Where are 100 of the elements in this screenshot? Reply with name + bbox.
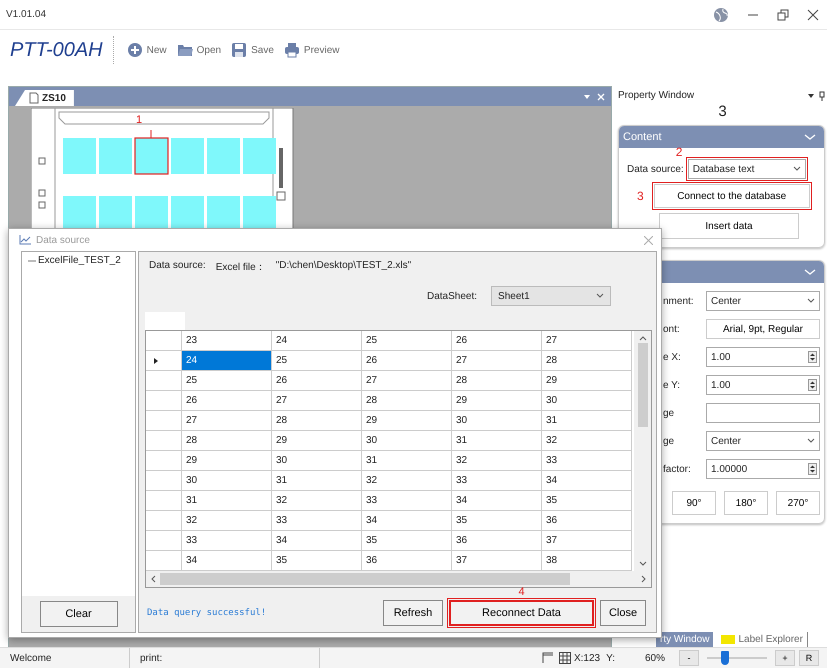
dialog-button[interactable]: Reconnect Data bbox=[449, 600, 594, 626]
pin-icon[interactable] bbox=[819, 90, 825, 100]
row-header[interactable] bbox=[146, 371, 182, 391]
scroll-thumb[interactable] bbox=[160, 573, 570, 585]
table-cell[interactable]: 31 bbox=[362, 451, 452, 471]
dropdown[interactable]: Center bbox=[706, 431, 820, 451]
table-cell[interactable]: 32 bbox=[182, 511, 272, 531]
font-button[interactable]: Arial, 9pt, Regular bbox=[706, 319, 820, 339]
zoom-out-button[interactable]: - bbox=[679, 650, 699, 666]
table-cell[interactable]: 35 bbox=[542, 491, 632, 511]
table-cell[interactable]: 31 bbox=[452, 431, 542, 451]
row-header[interactable] bbox=[146, 391, 182, 411]
dialog-button[interactable]: Close bbox=[600, 600, 646, 626]
vertical-scrollbar[interactable] bbox=[634, 331, 651, 571]
table-cell[interactable]: 26 bbox=[272, 371, 362, 391]
table-cell[interactable]: 36 bbox=[542, 511, 632, 531]
table-cell[interactable]: 35 bbox=[362, 531, 452, 551]
dialog-button[interactable]: Refresh bbox=[383, 600, 443, 626]
table-cell[interactable]: 32 bbox=[452, 451, 542, 471]
dropdown[interactable]: Center bbox=[706, 291, 820, 311]
table-cell[interactable]: 30 bbox=[452, 411, 542, 431]
spin-field[interactable]: 1.00 bbox=[706, 347, 820, 367]
table-cell[interactable]: 34 bbox=[452, 491, 542, 511]
table-cell[interactable]: 35 bbox=[452, 511, 542, 531]
document-tab[interactable]: ZS10 bbox=[15, 90, 74, 106]
table-cell[interactable]: 25 bbox=[272, 351, 362, 371]
ruler-icon[interactable] bbox=[542, 652, 554, 664]
table-cell[interactable]: 33 bbox=[272, 511, 362, 531]
toolbar-button[interactable]: Preview bbox=[280, 40, 342, 60]
table-cell[interactable]: 26 bbox=[182, 391, 272, 411]
scroll-down-icon[interactable] bbox=[638, 561, 646, 567]
rotation-button[interactable]: 90° bbox=[672, 491, 716, 515]
chevron-icon[interactable] bbox=[804, 133, 816, 141]
table-cell[interactable]: 33 bbox=[182, 531, 272, 551]
table-cell[interactable]: 28 bbox=[452, 371, 542, 391]
row-header[interactable] bbox=[146, 411, 182, 431]
toolbar-button[interactable]: Open bbox=[174, 40, 224, 60]
rotation-button[interactable]: 180° bbox=[724, 491, 768, 515]
table-cell[interactable]: 28 bbox=[182, 431, 272, 451]
table-cell[interactable]: 29 bbox=[542, 371, 632, 391]
rotation-button[interactable]: 270° bbox=[776, 491, 820, 515]
spin-field[interactable]: 1.00 bbox=[706, 375, 820, 395]
table-cell[interactable]: 37 bbox=[542, 531, 632, 551]
table-cell[interactable]: 34 bbox=[542, 471, 632, 491]
scroll-up-icon[interactable] bbox=[638, 335, 646, 341]
scroll-left-icon[interactable] bbox=[150, 575, 156, 583]
table-cell[interactable]: 27 bbox=[452, 351, 542, 371]
table-cell[interactable]: 27 bbox=[272, 391, 362, 411]
scroll-right-icon[interactable] bbox=[641, 575, 647, 583]
table-cell[interactable]: 32 bbox=[542, 431, 632, 451]
table-cell[interactable]: 29 bbox=[452, 391, 542, 411]
clear-button[interactable]: Clear bbox=[40, 601, 118, 627]
table-cell[interactable]: 32 bbox=[362, 471, 452, 491]
table-cell[interactable]: 26 bbox=[362, 351, 452, 371]
restore-icon[interactable] bbox=[777, 8, 789, 20]
table-cell[interactable]: 32 bbox=[272, 491, 362, 511]
table-cell[interactable]: 30 bbox=[272, 451, 362, 471]
insert-data-button[interactable]: Insert data bbox=[659, 213, 799, 239]
table-cell[interactable]: 30 bbox=[182, 471, 272, 491]
zoom-in-button[interactable]: + bbox=[775, 650, 795, 666]
datasheet-dropdown[interactable]: Sheet1 bbox=[491, 286, 612, 306]
dropdown-icon[interactable] bbox=[807, 92, 815, 100]
reset-button[interactable]: R bbox=[799, 650, 819, 666]
table-cell[interactable]: 27 bbox=[182, 411, 272, 431]
row-header[interactable] bbox=[146, 471, 182, 491]
table-cell[interactable]: 29 bbox=[272, 431, 362, 451]
toolbar-button[interactable]: Save bbox=[228, 40, 277, 60]
table-cell[interactable]: 34 bbox=[272, 531, 362, 551]
table-cell[interactable]: 34 bbox=[362, 511, 452, 531]
tree-item[interactable]: ExcelFile_TEST_2 bbox=[38, 255, 121, 266]
chevron-icon[interactable] bbox=[804, 268, 816, 276]
spin-field[interactable]: 1.00000 bbox=[706, 459, 820, 479]
data-source-dropdown[interactable]: Database text bbox=[688, 159, 806, 179]
table-cell[interactable]: 31 bbox=[542, 411, 632, 431]
table-cell[interactable]: 33 bbox=[542, 451, 632, 471]
table-cell[interactable]: 28 bbox=[362, 391, 452, 411]
connect-button[interactable]: Connect to the database bbox=[654, 184, 810, 208]
table-cell[interactable]: 24 bbox=[182, 351, 272, 371]
close-icon[interactable] bbox=[807, 8, 819, 20]
table-cell[interactable]: 28 bbox=[272, 411, 362, 431]
table-cell[interactable]: 33 bbox=[362, 491, 452, 511]
slider-thumb[interactable] bbox=[721, 651, 729, 665]
table-cell[interactable]: 29 bbox=[182, 451, 272, 471]
table-cell[interactable]: 31 bbox=[272, 471, 362, 491]
table-cell[interactable]: 31 bbox=[182, 491, 272, 511]
table-cell[interactable]: 29 bbox=[362, 411, 452, 431]
globe-icon[interactable] bbox=[713, 6, 729, 22]
table-cell[interactable]: 25 bbox=[182, 371, 272, 391]
row-header[interactable] bbox=[146, 491, 182, 511]
table-cell[interactable]: 30 bbox=[362, 431, 452, 451]
table-cell[interactable]: 27 bbox=[362, 371, 452, 391]
row-header[interactable] bbox=[146, 531, 182, 551]
table-cell[interactable]: 33 bbox=[452, 471, 542, 491]
row-header[interactable] bbox=[146, 511, 182, 531]
grid-icon[interactable] bbox=[558, 652, 571, 664]
input-field[interactable] bbox=[706, 403, 820, 423]
table-cell[interactable]: 36 bbox=[452, 531, 542, 551]
row-header[interactable] bbox=[146, 451, 182, 471]
row-header[interactable] bbox=[146, 431, 182, 451]
table-cell[interactable]: 28 bbox=[542, 351, 632, 371]
